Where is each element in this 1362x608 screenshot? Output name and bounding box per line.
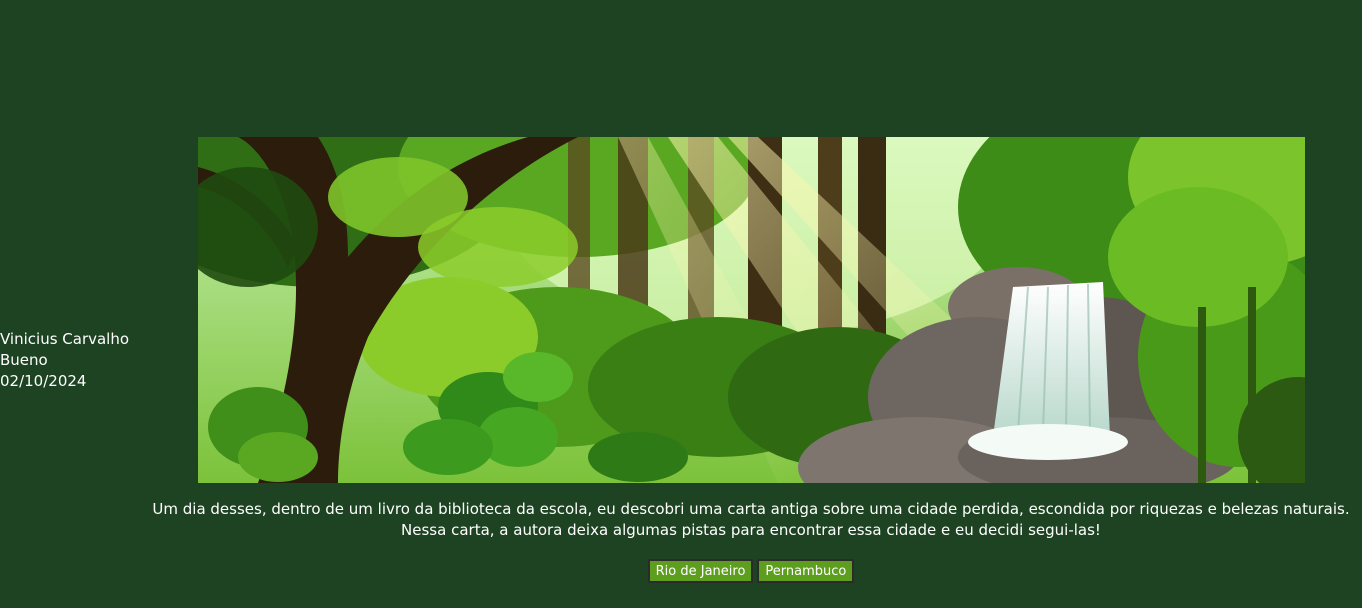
pernambuco-button[interactable]: Pernambuco (757, 559, 855, 583)
author-info: Vinicius Carvalho Bueno 02/10/2024 (0, 329, 150, 392)
author-name-line2: Bueno (0, 351, 48, 369)
page: Vinicius Carvalho Bueno 02/10/2024 Um di… (0, 0, 1362, 608)
story-text: Um dia desses, dentro de um livro da bib… (140, 499, 1362, 541)
story-line-1: Um dia desses, dentro de um livro da bib… (152, 500, 1350, 518)
forest-waterfall-banner (198, 137, 1305, 483)
forest-waterfall-illustration-icon (198, 137, 1305, 483)
author-date: 02/10/2024 (0, 372, 87, 390)
story-line-2: Nessa carta, a autora deixa algumas pist… (401, 521, 1101, 539)
author-name-line1: Vinicius Carvalho (0, 330, 130, 348)
rio-de-janeiro-button[interactable]: Rio de Janeiro (647, 559, 754, 583)
destination-buttons: Rio de Janeiro Pernambuco (0, 559, 1362, 583)
